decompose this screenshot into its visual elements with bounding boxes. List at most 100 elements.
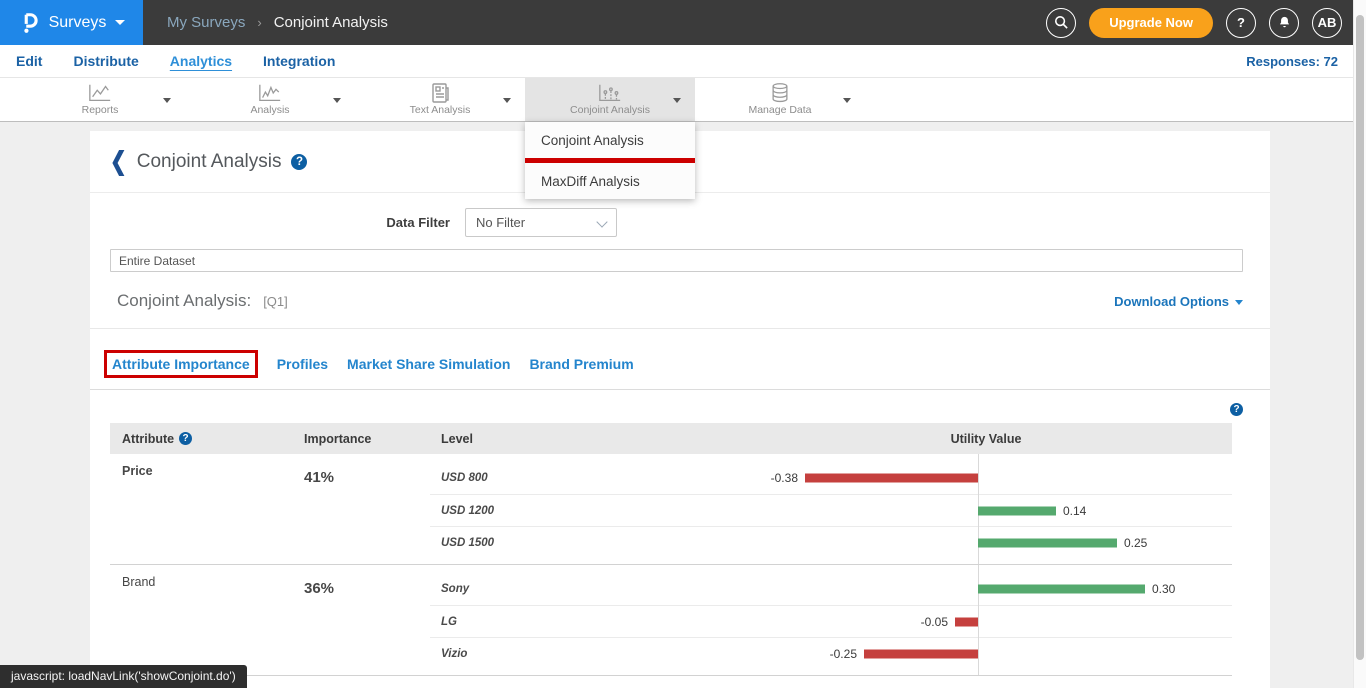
upgrade-now-button[interactable]: Upgrade Now	[1089, 8, 1213, 38]
responses-count: Responses: 72	[1246, 54, 1338, 69]
utility-value-label: -0.05	[921, 615, 948, 629]
analytics-toolbar: Reports Analysis Text Analysis Conjoint Ana…	[0, 78, 1366, 122]
conjoint-dropdown-menu: Conjoint Analysis MaxDiff Analysis	[525, 122, 695, 199]
toolbar-module-label: Analysis	[250, 104, 289, 116]
col-header-utility-value: Utility Value	[740, 432, 1232, 446]
level-name: USD 1200	[430, 495, 740, 526]
bell-icon	[1277, 15, 1292, 30]
col-header-attribute: Attribute ?	[110, 432, 295, 446]
col-header-level: Level	[430, 432, 740, 446]
utility-bar	[978, 538, 1117, 547]
breadcrumb-separator-icon: ›	[257, 15, 261, 30]
dataset-field[interactable]	[110, 249, 1243, 272]
status-link-tooltip: javascript: loadNavLink('showConjoint.do…	[0, 665, 247, 688]
conjoint-icon	[598, 83, 622, 103]
reports-icon	[88, 83, 112, 103]
breadcrumb-my-surveys[interactable]: My Surveys	[167, 14, 245, 31]
chevron-down-icon[interactable]	[163, 98, 171, 103]
tabs: Attribute Importance Profiles Market Share…	[104, 350, 1270, 378]
chevron-down-icon	[115, 20, 125, 25]
utility-value-label: 0.30	[1152, 582, 1175, 596]
download-options-link[interactable]: Download Options	[1114, 294, 1243, 309]
vertical-scrollbar[interactable]	[1353, 0, 1366, 688]
database-icon	[769, 83, 791, 103]
survey-nav: Edit Distribute Analytics Integration Respo…	[0, 45, 1366, 78]
questionpro-logo-icon	[18, 11, 40, 35]
menu-item-maxdiff-analysis[interactable]: MaxDiff Analysis	[525, 163, 695, 199]
toolbar-module-reports[interactable]: Reports	[15, 78, 185, 121]
attribute-importance-table: Attribute ? Importance Level Utility Val…	[110, 423, 1232, 676]
level-name: Vizio	[430, 638, 740, 669]
toolbar-module-label: Manage Data	[748, 104, 811, 116]
level-row: Sony0.30	[430, 573, 1232, 605]
toolbar-module-label: Reports	[82, 104, 119, 116]
chevron-down-icon[interactable]	[843, 98, 851, 103]
question-reference: [Q1]	[263, 294, 288, 309]
search-button[interactable]	[1046, 8, 1076, 38]
utility-cell: 0.25	[740, 527, 1232, 558]
chevron-down-icon[interactable]	[673, 98, 681, 103]
utility-cell: 0.14	[740, 495, 1232, 526]
utility-value-label: -0.25	[830, 647, 857, 661]
toolbar-module-label: Text Analysis	[410, 104, 471, 116]
help-button[interactable]: ?	[1226, 8, 1256, 38]
utility-value-label: 0.14	[1063, 504, 1086, 518]
data-filter-label: Data Filter	[90, 215, 450, 230]
col-header-importance: Importance	[295, 432, 430, 446]
breadcrumb-current: Conjoint Analysis	[274, 14, 388, 31]
attribute-help-icon[interactable]: ?	[179, 432, 192, 445]
table-row: Brand36%Sony0.30LG-0.05Vizio-0.25	[110, 565, 1232, 676]
level-stack: USD 800-0.38USD 12000.14USD 15000.25	[430, 454, 1232, 564]
tab-profiles[interactable]: Profiles	[277, 356, 328, 372]
tab-brand-premium[interactable]: Brand Premium	[529, 356, 633, 372]
subnav-item-integration[interactable]: Integration	[263, 53, 335, 69]
utility-cell: -0.38	[740, 462, 1232, 494]
toolbar-module-database[interactable]: Manage Data	[695, 78, 865, 121]
caret-down-icon	[1235, 300, 1243, 305]
chevron-down-icon[interactable]	[503, 98, 511, 103]
page-help-icon[interactable]: ?	[291, 154, 307, 170]
utility-value-label: -0.38	[771, 471, 798, 485]
header-actions: Upgrade Now ? AB	[1046, 8, 1366, 38]
notifications-button[interactable]	[1269, 8, 1299, 38]
importance-value: 41%	[295, 454, 430, 564]
tab-market-share-simulation[interactable]: Market Share Simulation	[347, 356, 510, 372]
analysis-icon	[258, 83, 282, 103]
breadcrumb: My Surveys › Conjoint Analysis	[167, 14, 388, 31]
search-icon	[1054, 15, 1069, 30]
back-chevron-icon[interactable]: ❮	[110, 149, 127, 174]
data-filter-value: No Filter	[476, 215, 525, 230]
level-stack: Sony0.30LG-0.05Vizio -0.25	[430, 565, 1232, 675]
subnav-item-edit[interactable]: Edit	[16, 53, 42, 69]
subnav-item-distribute[interactable]: Distribute	[73, 53, 138, 69]
importance-value: 36%	[295, 565, 430, 675]
data-filter-select[interactable]: No Filter	[465, 208, 617, 237]
level-row: Vizio -0.25	[430, 637, 1232, 669]
content-card: ❮ Conjoint Analysis ? Data Filter No Fil…	[90, 131, 1270, 688]
table-row: Price41%USD 800-0.38USD 12000.14USD 1500…	[110, 454, 1232, 565]
utility-cell: -0.25	[740, 638, 1232, 669]
chart-help-icon[interactable]: ?	[1230, 403, 1243, 416]
toolbar-module-conjoint[interactable]: Conjoint Analysis	[525, 78, 695, 121]
scrollbar-thumb[interactable]	[1356, 15, 1364, 660]
product-menu-label: Surveys	[49, 14, 107, 32]
table-header-row: Attribute ? Importance Level Utility Val…	[110, 423, 1232, 454]
chevron-down-icon[interactable]	[333, 98, 341, 103]
table-groups: Price41%USD 800-0.38USD 12000.14USD 1500…	[110, 454, 1232, 676]
toolbar-module-analysis[interactable]: Analysis	[185, 78, 355, 121]
avatar[interactable]: AB	[1312, 8, 1342, 38]
section-divider	[90, 328, 1270, 329]
tab-attribute-importance[interactable]: Attribute Importance	[104, 350, 258, 378]
toolbar-module-text-analysis[interactable]: Text Analysis	[355, 78, 525, 121]
top-header-bar: Surveys My Surveys › Conjoint Analysis U…	[0, 0, 1366, 45]
utility-cell: -0.05	[740, 606, 1232, 637]
level-name: USD 1500	[430, 527, 740, 558]
utility-bar	[805, 474, 978, 483]
level-row: LG-0.05	[430, 605, 1232, 637]
analysis-section-title: Conjoint Analysis:	[117, 291, 251, 311]
text-analysis-icon	[429, 83, 451, 103]
chevron-down-icon	[596, 216, 607, 227]
subnav-item-analytics[interactable]: Analytics	[170, 53, 232, 69]
product-menu[interactable]: Surveys	[0, 0, 143, 45]
menu-item-conjoint-analysis[interactable]: Conjoint Analysis	[525, 122, 695, 158]
